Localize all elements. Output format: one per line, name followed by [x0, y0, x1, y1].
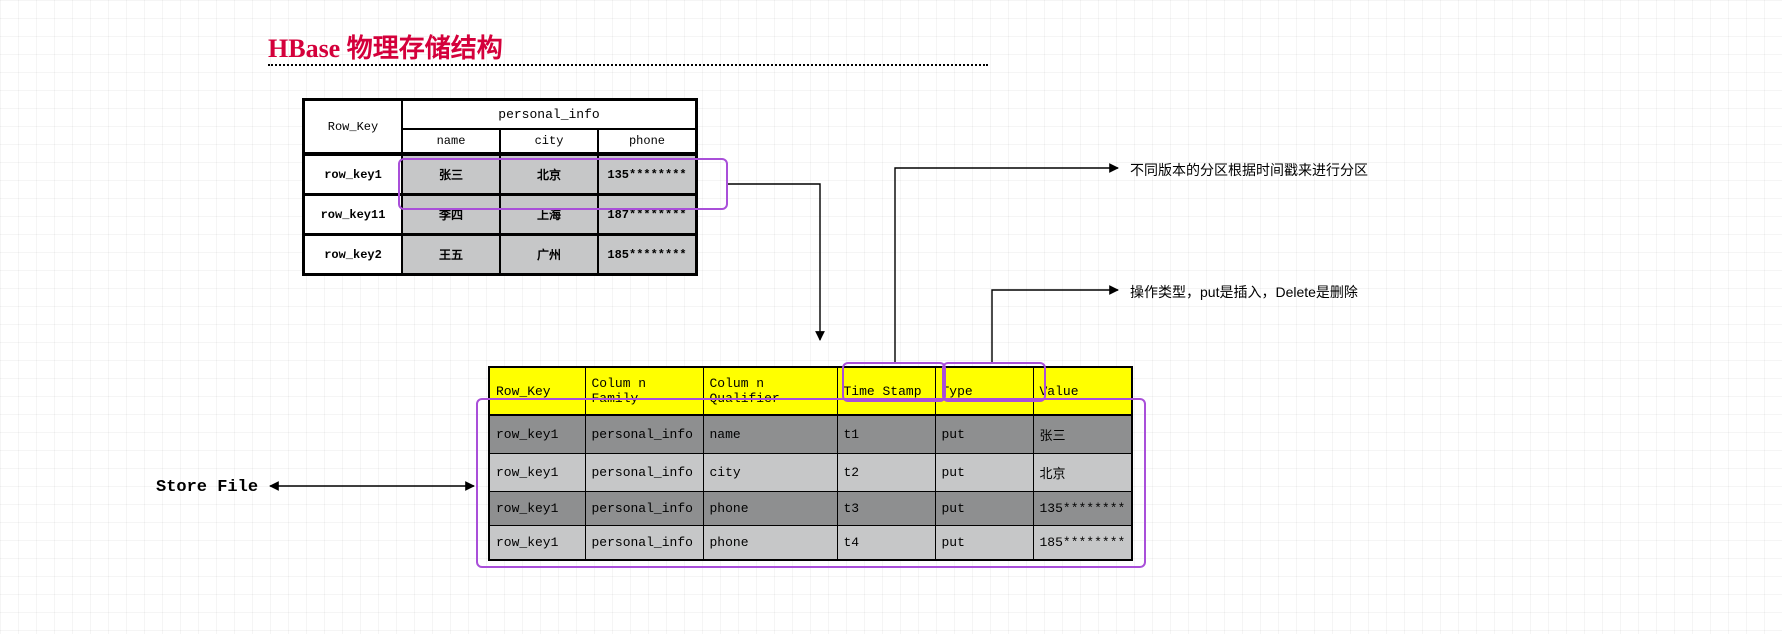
logical-cell-city: 广州 — [500, 234, 598, 274]
logical-row: row_key1 张三 北京 135******** — [304, 154, 696, 194]
logical-table: Row_Key personal_info name city phone ro… — [302, 98, 698, 276]
logical-cell-rowkey: row_key2 — [304, 234, 402, 274]
physical-cell-cf: personal_info — [585, 492, 703, 526]
logical-cell-rowkey: row_key1 — [304, 154, 402, 194]
physical-cell-value: 135******** — [1033, 492, 1132, 526]
physical-cell-ts: t4 — [837, 526, 935, 561]
physical-cell-rowkey: row_key1 — [489, 492, 585, 526]
arrow-logical-to-physical — [728, 184, 820, 340]
arrow-timestamp-annotation — [895, 168, 1118, 362]
logical-header-cf: personal_info — [402, 100, 696, 129]
logical-cell-phone: 187******** — [598, 194, 696, 234]
logical-subheader-name: name — [402, 129, 500, 154]
physical-cell-rowkey: row_key1 — [489, 454, 585, 492]
physical-cell-type: put — [935, 454, 1033, 492]
logical-cell-name: 王五 — [402, 234, 500, 274]
logical-cell-city: 上海 — [500, 194, 598, 234]
annotation-type: 操作类型，put是插入，Delete是删除 — [1130, 282, 1358, 302]
physical-header-cf: Colum n Family — [585, 367, 703, 415]
physical-cell-type: put — [935, 415, 1033, 454]
physical-cell-type: put — [935, 492, 1033, 526]
physical-header-cq: Colum n Qualifier — [703, 367, 837, 415]
physical-row: row_key1 personal_info phone t4 put 185*… — [489, 526, 1132, 561]
physical-cell-type: put — [935, 526, 1033, 561]
physical-cell-value: 185******** — [1033, 526, 1132, 561]
logical-cell-phone: 185******** — [598, 234, 696, 274]
logical-cell-name: 张三 — [402, 154, 500, 194]
physical-cell-cq: phone — [703, 492, 837, 526]
physical-row: row_key1 personal_info phone t3 put 135*… — [489, 492, 1132, 526]
physical-cell-cq: name — [703, 415, 837, 454]
physical-cell-value: 北京 — [1033, 454, 1132, 492]
logical-cell-phone: 135******** — [598, 154, 696, 194]
physical-row: row_key1 personal_info city t2 put 北京 — [489, 454, 1132, 492]
annotation-timestamp: 不同版本的分区根据时间戳来进行分区 — [1130, 160, 1368, 180]
physical-cell-cf: personal_info — [585, 526, 703, 561]
physical-cell-ts: t3 — [837, 492, 935, 526]
title-divider — [268, 64, 988, 66]
label-store-file: Store File — [156, 478, 258, 497]
physical-header-value: Value — [1033, 367, 1132, 415]
physical-cell-value: 张三 — [1033, 415, 1132, 454]
physical-cell-cq: city — [703, 454, 837, 492]
logical-row: row_key11 李四 上海 187******** — [304, 194, 696, 234]
physical-header-ts: Time Stamp — [837, 367, 935, 415]
physical-table: Row_Key Colum n Family Colum n Qualifier… — [488, 366, 1133, 561]
diagram-title: HBase 物理存储结构 — [268, 28, 503, 65]
logical-cell-rowkey: row_key11 — [304, 194, 402, 234]
physical-cell-cf: personal_info — [585, 454, 703, 492]
logical-cell-city: 北京 — [500, 154, 598, 194]
physical-cell-cf: personal_info — [585, 415, 703, 454]
physical-cell-ts: t2 — [837, 454, 935, 492]
logical-subheader-city: city — [500, 129, 598, 154]
logical-cell-name: 李四 — [402, 194, 500, 234]
physical-cell-ts: t1 — [837, 415, 935, 454]
physical-row: row_key1 personal_info name t1 put 张三 — [489, 415, 1132, 454]
logical-header-rowkey: Row_Key — [304, 100, 402, 154]
physical-header-type: Type — [935, 367, 1033, 415]
arrow-type-annotation — [992, 290, 1118, 362]
physical-header-rowkey: Row_Key — [489, 367, 585, 415]
physical-cell-rowkey: row_key1 — [489, 415, 585, 454]
logical-row: row_key2 王五 广州 185******** — [304, 234, 696, 274]
logical-subheader-phone: phone — [598, 129, 696, 154]
physical-cell-cq: phone — [703, 526, 837, 561]
physical-cell-rowkey: row_key1 — [489, 526, 585, 561]
